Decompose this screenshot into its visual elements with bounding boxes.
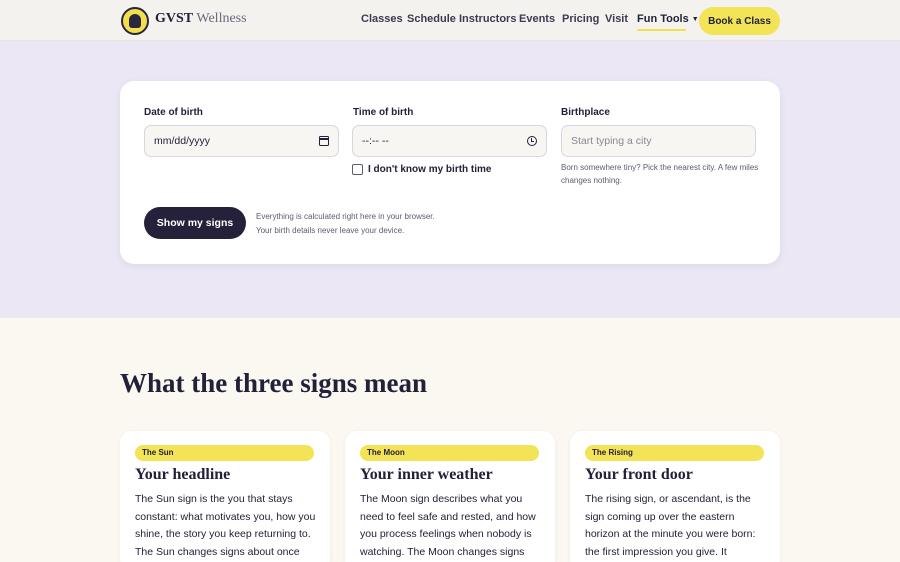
brand-name-strong: GVST: [155, 11, 194, 26]
birthplace-input[interactable]: Start typing a city: [561, 125, 756, 157]
dob-value: mm/dd/yyyy: [154, 135, 211, 147]
privacy-note: Everything is calculated right here in y…: [256, 210, 435, 238]
privacy-note-line-1: Everything is calculated right here in y…: [256, 212, 435, 221]
privacy-note-line-2: Your birth details never leave your devi…: [256, 226, 405, 235]
show-signs-button[interactable]: Show my signs: [144, 207, 246, 239]
no-birth-time-label[interactable]: I don't know my birth time: [368, 164, 492, 175]
lotus-meditation-logo-icon[interactable]: [121, 7, 149, 35]
birthplace-hint: Born somewhere tiny? Pick the nearest ci…: [561, 163, 759, 185]
calendar-icon[interactable]: [319, 136, 329, 146]
sign-tag: The Sun: [135, 445, 314, 461]
sign-body: The rising sign, or ascendant, is the si…: [585, 493, 756, 558]
birthplace-placeholder: Start typing a city: [571, 135, 652, 147]
dob-label: Date of birth: [144, 107, 203, 118]
dob-input[interactable]: mm/dd/yyyy: [144, 125, 339, 157]
time-input[interactable]: --:-- --: [352, 125, 547, 157]
brand-name[interactable]: GVST Wellness: [155, 11, 247, 27]
nav-events[interactable]: Events: [519, 13, 555, 25]
sign-tag: The Rising: [585, 445, 764, 461]
nav-schedule[interactable]: Schedule: [407, 13, 456, 25]
sign-card-sun: The Sun Your headline The Sun sign is th…: [120, 431, 330, 562]
active-nav-underline: [637, 29, 686, 31]
no-birth-time-checkbox[interactable]: [352, 164, 363, 175]
sign-heading: Your headline: [135, 466, 231, 483]
sign-tag: The Moon: [360, 445, 539, 461]
time-label: Time of birth: [353, 107, 414, 118]
book-class-button[interactable]: Book a Class: [699, 7, 780, 35]
nav-pricing[interactable]: Pricing: [562, 13, 599, 25]
time-value: --:-- --: [362, 135, 389, 147]
nav-classes[interactable]: Classes: [361, 13, 403, 25]
sign-card-moon: The Moon Your inner weather The Moon sig…: [345, 431, 555, 562]
sign-card-rising: The Rising Your front door The rising si…: [570, 431, 780, 562]
nav-instructors[interactable]: Instructors: [459, 13, 516, 25]
nav-fun-tools[interactable]: Fun Tools ▼: [637, 13, 699, 25]
sign-heading: Your inner weather: [360, 466, 493, 483]
brand-name-light: Wellness: [196, 11, 247, 26]
caret-down-icon: ▼: [691, 16, 699, 23]
birthplace-label: Birthplace: [561, 107, 610, 118]
sign-body: The Sun sign is the you that stays const…: [135, 493, 316, 558]
section-title: What the three signs mean: [120, 368, 427, 398]
nav-visit[interactable]: Visit: [605, 13, 628, 25]
sign-body: The Moon sign describes what you need to…: [360, 493, 536, 558]
sign-heading: Your front door: [585, 466, 693, 483]
clock-icon[interactable]: [527, 136, 537, 146]
nav-fun-tools-label: Fun Tools: [637, 13, 689, 25]
site-header: GVST Wellness Classes Schedule Instructo…: [0, 0, 900, 41]
